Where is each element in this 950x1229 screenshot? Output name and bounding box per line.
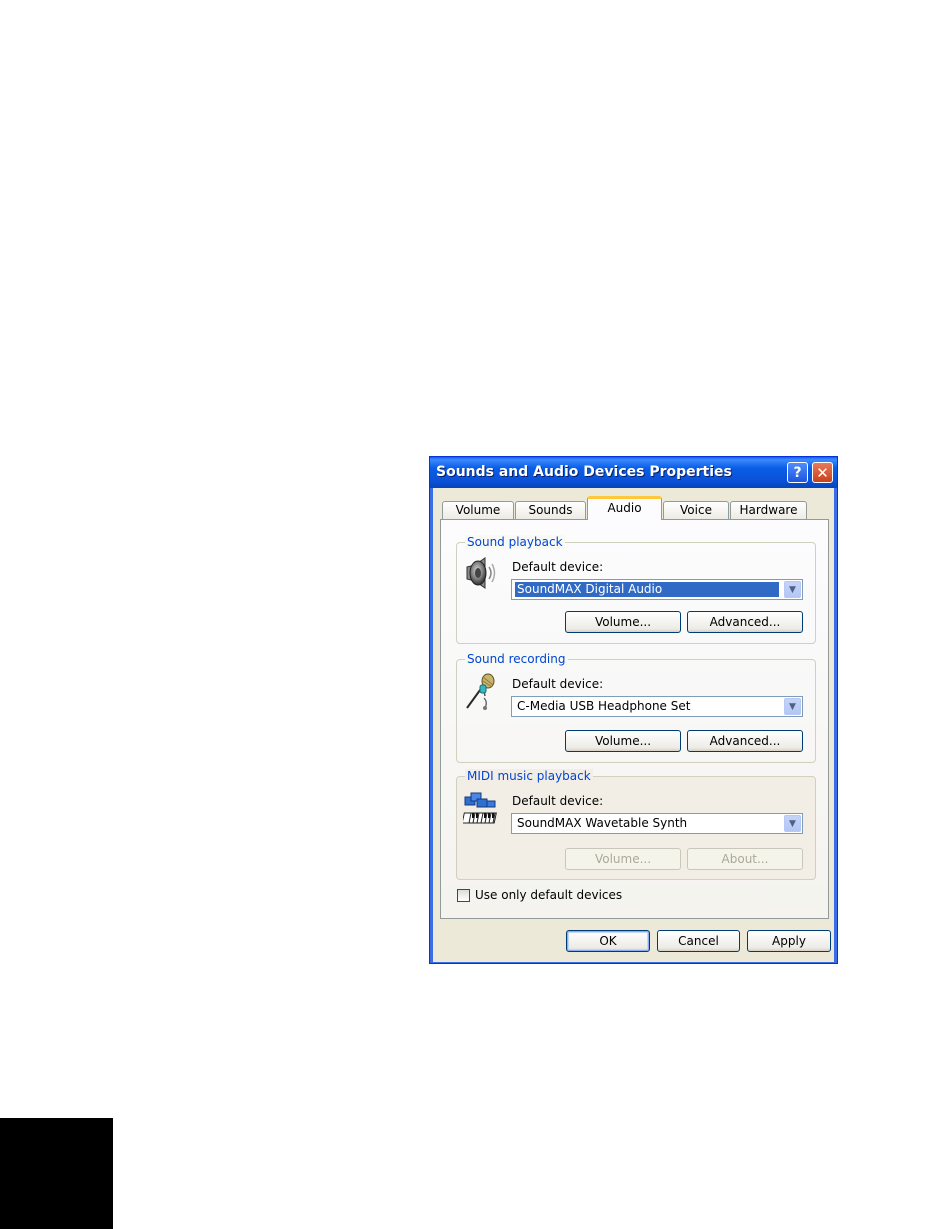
selected-value: C-Media USB Headphone Set (517, 699, 691, 713)
recording-device-select[interactable]: C-Media USB Headphone Set ▼ (511, 696, 803, 717)
dropdown-button[interactable]: ▼ (784, 815, 801, 832)
chevron-down-icon: ▼ (789, 701, 796, 712)
default-device-label: Default device: (512, 560, 604, 574)
help-icon: ? (793, 464, 802, 481)
playback-device-select[interactable]: SoundMAX Digital Audio ▼ (511, 579, 803, 600)
midi-keyboard-icon (463, 792, 497, 824)
group-title: MIDI music playback (465, 769, 593, 783)
window-title: Sounds and Audio Devices Properties (436, 464, 732, 480)
cancel-button[interactable]: Cancel (657, 930, 740, 952)
help-button[interactable]: ? (787, 462, 808, 483)
tab-label: Voice (680, 503, 712, 517)
close-button[interactable]: ✕ (812, 462, 833, 483)
default-device-label: Default device: (512, 677, 604, 691)
dropdown-button[interactable]: ▼ (784, 698, 801, 715)
audio-tab-panel: Sound playback Default device: SoundMAX … (440, 519, 829, 919)
midi-device-select[interactable]: SoundMAX Wavetable Synth ▼ (511, 813, 803, 834)
tab-audio[interactable]: Audio (587, 496, 662, 520)
chevron-down-icon: ▼ (789, 584, 796, 595)
tab-label: Sounds (528, 503, 573, 517)
recording-advanced-button[interactable]: Advanced... (687, 730, 803, 752)
tab-hardware[interactable]: Hardware (730, 501, 807, 519)
midi-about-button: About... (687, 848, 803, 870)
midi-volume-button: Volume... (565, 848, 681, 870)
playback-volume-button[interactable]: Volume... (565, 611, 681, 633)
dialog-client-area: Volume Sounds Audio Voice Hardware Sound… (433, 488, 834, 962)
microphone-icon (466, 673, 495, 710)
sound-playback-group: Sound playback Default device: SoundMAX … (456, 535, 816, 644)
playback-advanced-button[interactable]: Advanced... (687, 611, 803, 633)
default-device-label: Default device: (512, 794, 604, 808)
apply-button[interactable]: Apply (747, 930, 831, 952)
midi-playback-group: MIDI music playback Default device: Soun… (456, 769, 816, 880)
chevron-down-icon: ▼ (789, 818, 796, 829)
use-only-default-devices-checkbox[interactable] (457, 889, 470, 902)
selected-value: SoundMAX Digital Audio (515, 582, 779, 597)
tab-volume[interactable]: Volume (442, 501, 514, 519)
speaker-icon (466, 557, 496, 589)
tab-voice[interactable]: Voice (663, 501, 729, 519)
title-bar[interactable]: Sounds and Audio Devices Properties ? ✕ (430, 457, 837, 488)
page-corner-block (0, 1118, 113, 1229)
ok-button[interactable]: OK (566, 930, 650, 952)
tab-label: Hardware (739, 503, 798, 517)
dropdown-button[interactable]: ▼ (784, 581, 801, 598)
close-icon: ✕ (816, 463, 829, 482)
group-title: Sound recording (465, 652, 568, 666)
properties-dialog: Sounds and Audio Devices Properties ? ✕ … (429, 456, 838, 964)
sound-recording-group: Sound recording Default device: C-Media … (456, 652, 816, 763)
selected-value: SoundMAX Wavetable Synth (517, 816, 688, 830)
tab-label: Audio (607, 501, 642, 515)
tab-label: Volume (455, 503, 501, 517)
tab-sounds[interactable]: Sounds (515, 501, 586, 519)
recording-volume-button[interactable]: Volume... (565, 730, 681, 752)
checkbox-label[interactable]: Use only default devices (475, 888, 622, 902)
group-title: Sound playback (465, 535, 565, 549)
